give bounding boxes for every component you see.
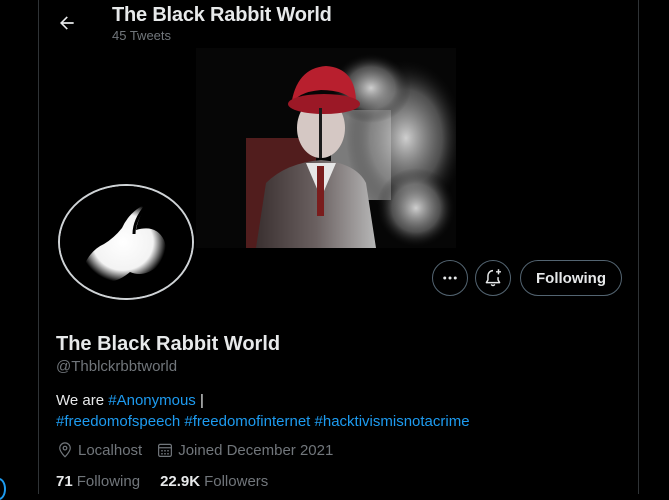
profile-header-bar: The Black Rabbit World 45 Tweets <box>0 0 669 52</box>
hashtag-hacktivismisnotacrime[interactable]: #hacktivismisnotacrime <box>315 413 470 430</box>
banner-artwork <box>196 48 456 248</box>
bio-text-prefix: We are <box>56 392 109 409</box>
right-column-border <box>638 0 639 494</box>
bell-plus-icon <box>485 269 501 287</box>
location-item: Localhost <box>56 441 142 459</box>
tweet-count: 45 Tweets <box>112 28 172 43</box>
profile-handle: @Thblckrbbtworld <box>56 358 178 375</box>
arrow-left-icon <box>60 16 74 30</box>
following-button[interactable]: Following <box>520 260 622 296</box>
notifications-button[interactable] <box>475 260 511 296</box>
profile-banner-image[interactable] <box>196 48 456 248</box>
location-text: Localhost <box>78 441 143 459</box>
following-count-link[interactable]: 71 Following <box>56 473 140 490</box>
calendar-icon <box>158 443 173 457</box>
hashtag-anonymous[interactable]: #Anonymous <box>108 392 196 409</box>
back-button[interactable] <box>50 6 84 40</box>
bio-text-suffix: | <box>195 392 204 409</box>
more-horizontal-icon <box>443 276 457 280</box>
edge-decoration <box>0 478 6 500</box>
followers-count: 22.9K <box>160 473 201 490</box>
profile-meta: Localhost Joined December 2021 <box>56 441 347 459</box>
header-title: The Black Rabbit World <box>112 4 332 26</box>
more-options-button[interactable] <box>432 260 468 296</box>
following-label: Following <box>76 473 141 490</box>
profile-stats: 71 Following 22.9K Followers <box>56 473 288 490</box>
hashtag-freedomofinternet[interactable]: #freedomofinternet <box>184 413 310 430</box>
following-count: 71 <box>56 473 73 490</box>
hashtag-freedomofspeech[interactable]: #freedomofspeech <box>56 413 180 430</box>
joined-item: Joined December 2021 <box>156 441 333 459</box>
rabbit-silhouette-icon <box>60 186 192 298</box>
followers-label: Followers <box>204 473 269 490</box>
left-column-border <box>38 0 39 494</box>
joined-text: Joined December 2021 <box>178 441 334 459</box>
profile-bio: We are #Anonymous | #freedomofspeech #fr… <box>56 390 616 432</box>
profile-avatar[interactable] <box>58 184 194 300</box>
followers-count-link[interactable]: 22.9K Followers <box>160 473 268 490</box>
location-pin-icon <box>59 442 71 458</box>
profile-display-name: The Black Rabbit World <box>56 333 281 355</box>
